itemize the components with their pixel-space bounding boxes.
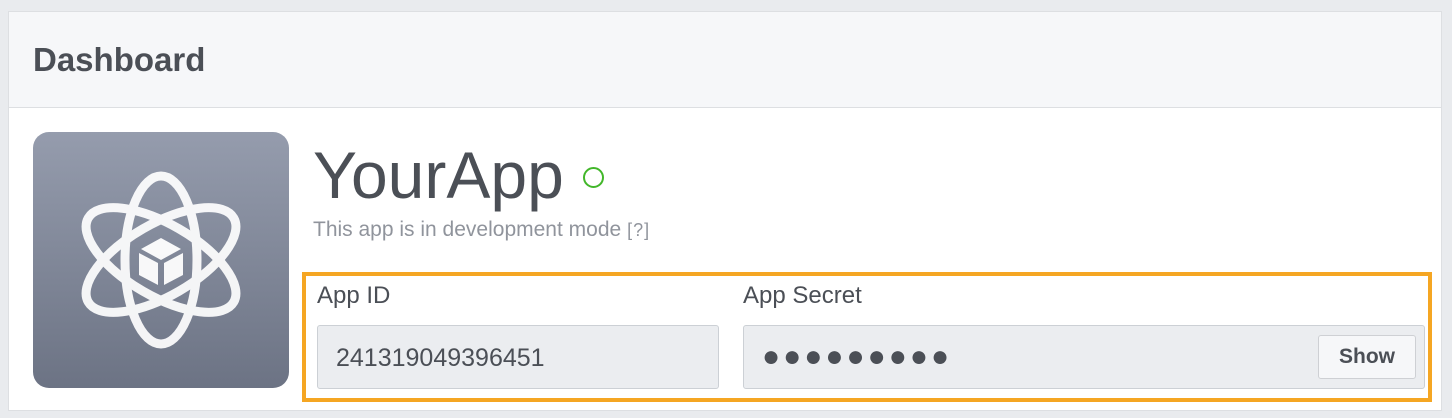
app-id-label: App ID [317,282,391,309]
page-title: Dashboard [33,41,206,78]
status-indicator-icon [583,167,604,188]
help-link[interactable]: [?] [627,220,650,240]
app-id-value: 241319049396451 [336,344,545,372]
atom-cube-icon [81,171,241,349]
app-secret-masked-value: ●●●●●●●●● [762,340,953,373]
app-id-field[interactable]: 241319049396451 [317,325,719,389]
development-mode-notice: This app is in development mode [?] [313,216,650,244]
panel-header: Dashboard [9,12,1441,108]
app-secret-field[interactable]: ●●●●●●●●● Show [743,325,1425,389]
app-icon [33,132,289,388]
credentials-highlight: App ID 241319049396451 App Secret ●●●●●●… [302,272,1432,402]
dashboard-panel: Dashboard YourApp This app is in develop… [8,11,1442,411]
show-secret-button[interactable]: Show [1318,335,1416,379]
app-secret-label: App Secret [743,282,862,309]
app-name: YourApp [313,138,564,212]
development-mode-text: This app is in development mode [313,218,622,241]
